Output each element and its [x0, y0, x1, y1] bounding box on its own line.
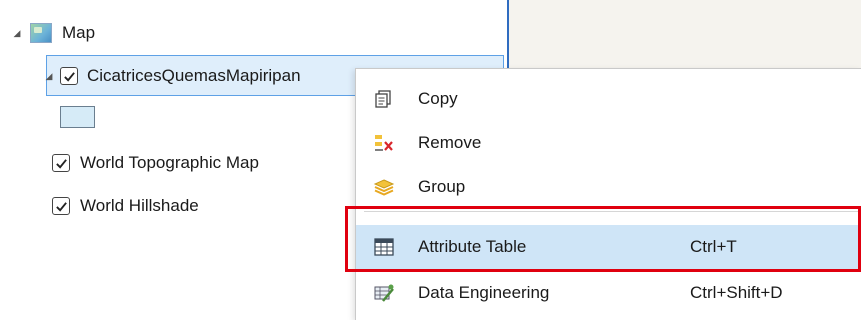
- basemap-node[interactable]: World Topographic Map: [52, 151, 259, 175]
- map-label: Map: [62, 23, 96, 42]
- map-icon: [30, 23, 52, 43]
- basemap-label: World Topographic Map: [80, 153, 259, 172]
- menu-item-group[interactable]: Group: [356, 165, 861, 209]
- basemap-label: World Hillshade: [80, 196, 199, 215]
- remove-icon: [372, 131, 396, 155]
- menu-item-label: Data Engineering: [418, 283, 550, 302]
- copy-icon: [372, 87, 396, 111]
- basemap-node[interactable]: World Hillshade: [52, 194, 199, 218]
- menu-item-label: Remove: [418, 133, 482, 152]
- menu-item-copy[interactable]: Copy: [356, 77, 861, 121]
- data-engineering-icon: [372, 281, 396, 305]
- expand-triangle-icon[interactable]: ◢: [44, 71, 54, 81]
- menu-item-label: Group: [418, 177, 466, 196]
- menu-item-label: Copy: [418, 89, 458, 108]
- menu-item-data-engineering[interactable]: Data Engineering Ctrl+Shift+D: [356, 271, 861, 315]
- layer-label: CicatricesQuemasMapiripan: [87, 66, 301, 85]
- layer-node[interactable]: ◢ CicatricesQuemasMapiripan: [44, 64, 301, 88]
- expand-triangle-icon[interactable]: ◢: [12, 28, 22, 38]
- context-menu: Copy Remove Group Attribute Table Ctrl+T…: [355, 68, 861, 320]
- group-icon: [372, 175, 396, 199]
- basemap-visibility-checkbox[interactable]: [52, 197, 70, 215]
- basemap-visibility-checkbox[interactable]: [52, 154, 70, 172]
- annotation-highlight-box: [345, 206, 861, 272]
- layer-visibility-checkbox[interactable]: [60, 67, 78, 85]
- map-node[interactable]: ◢ Map: [12, 21, 95, 45]
- menu-item-shortcut: Ctrl+Shift+D: [690, 283, 783, 302]
- menu-item-remove[interactable]: Remove: [356, 121, 861, 165]
- symbol-swatch[interactable]: [60, 106, 95, 128]
